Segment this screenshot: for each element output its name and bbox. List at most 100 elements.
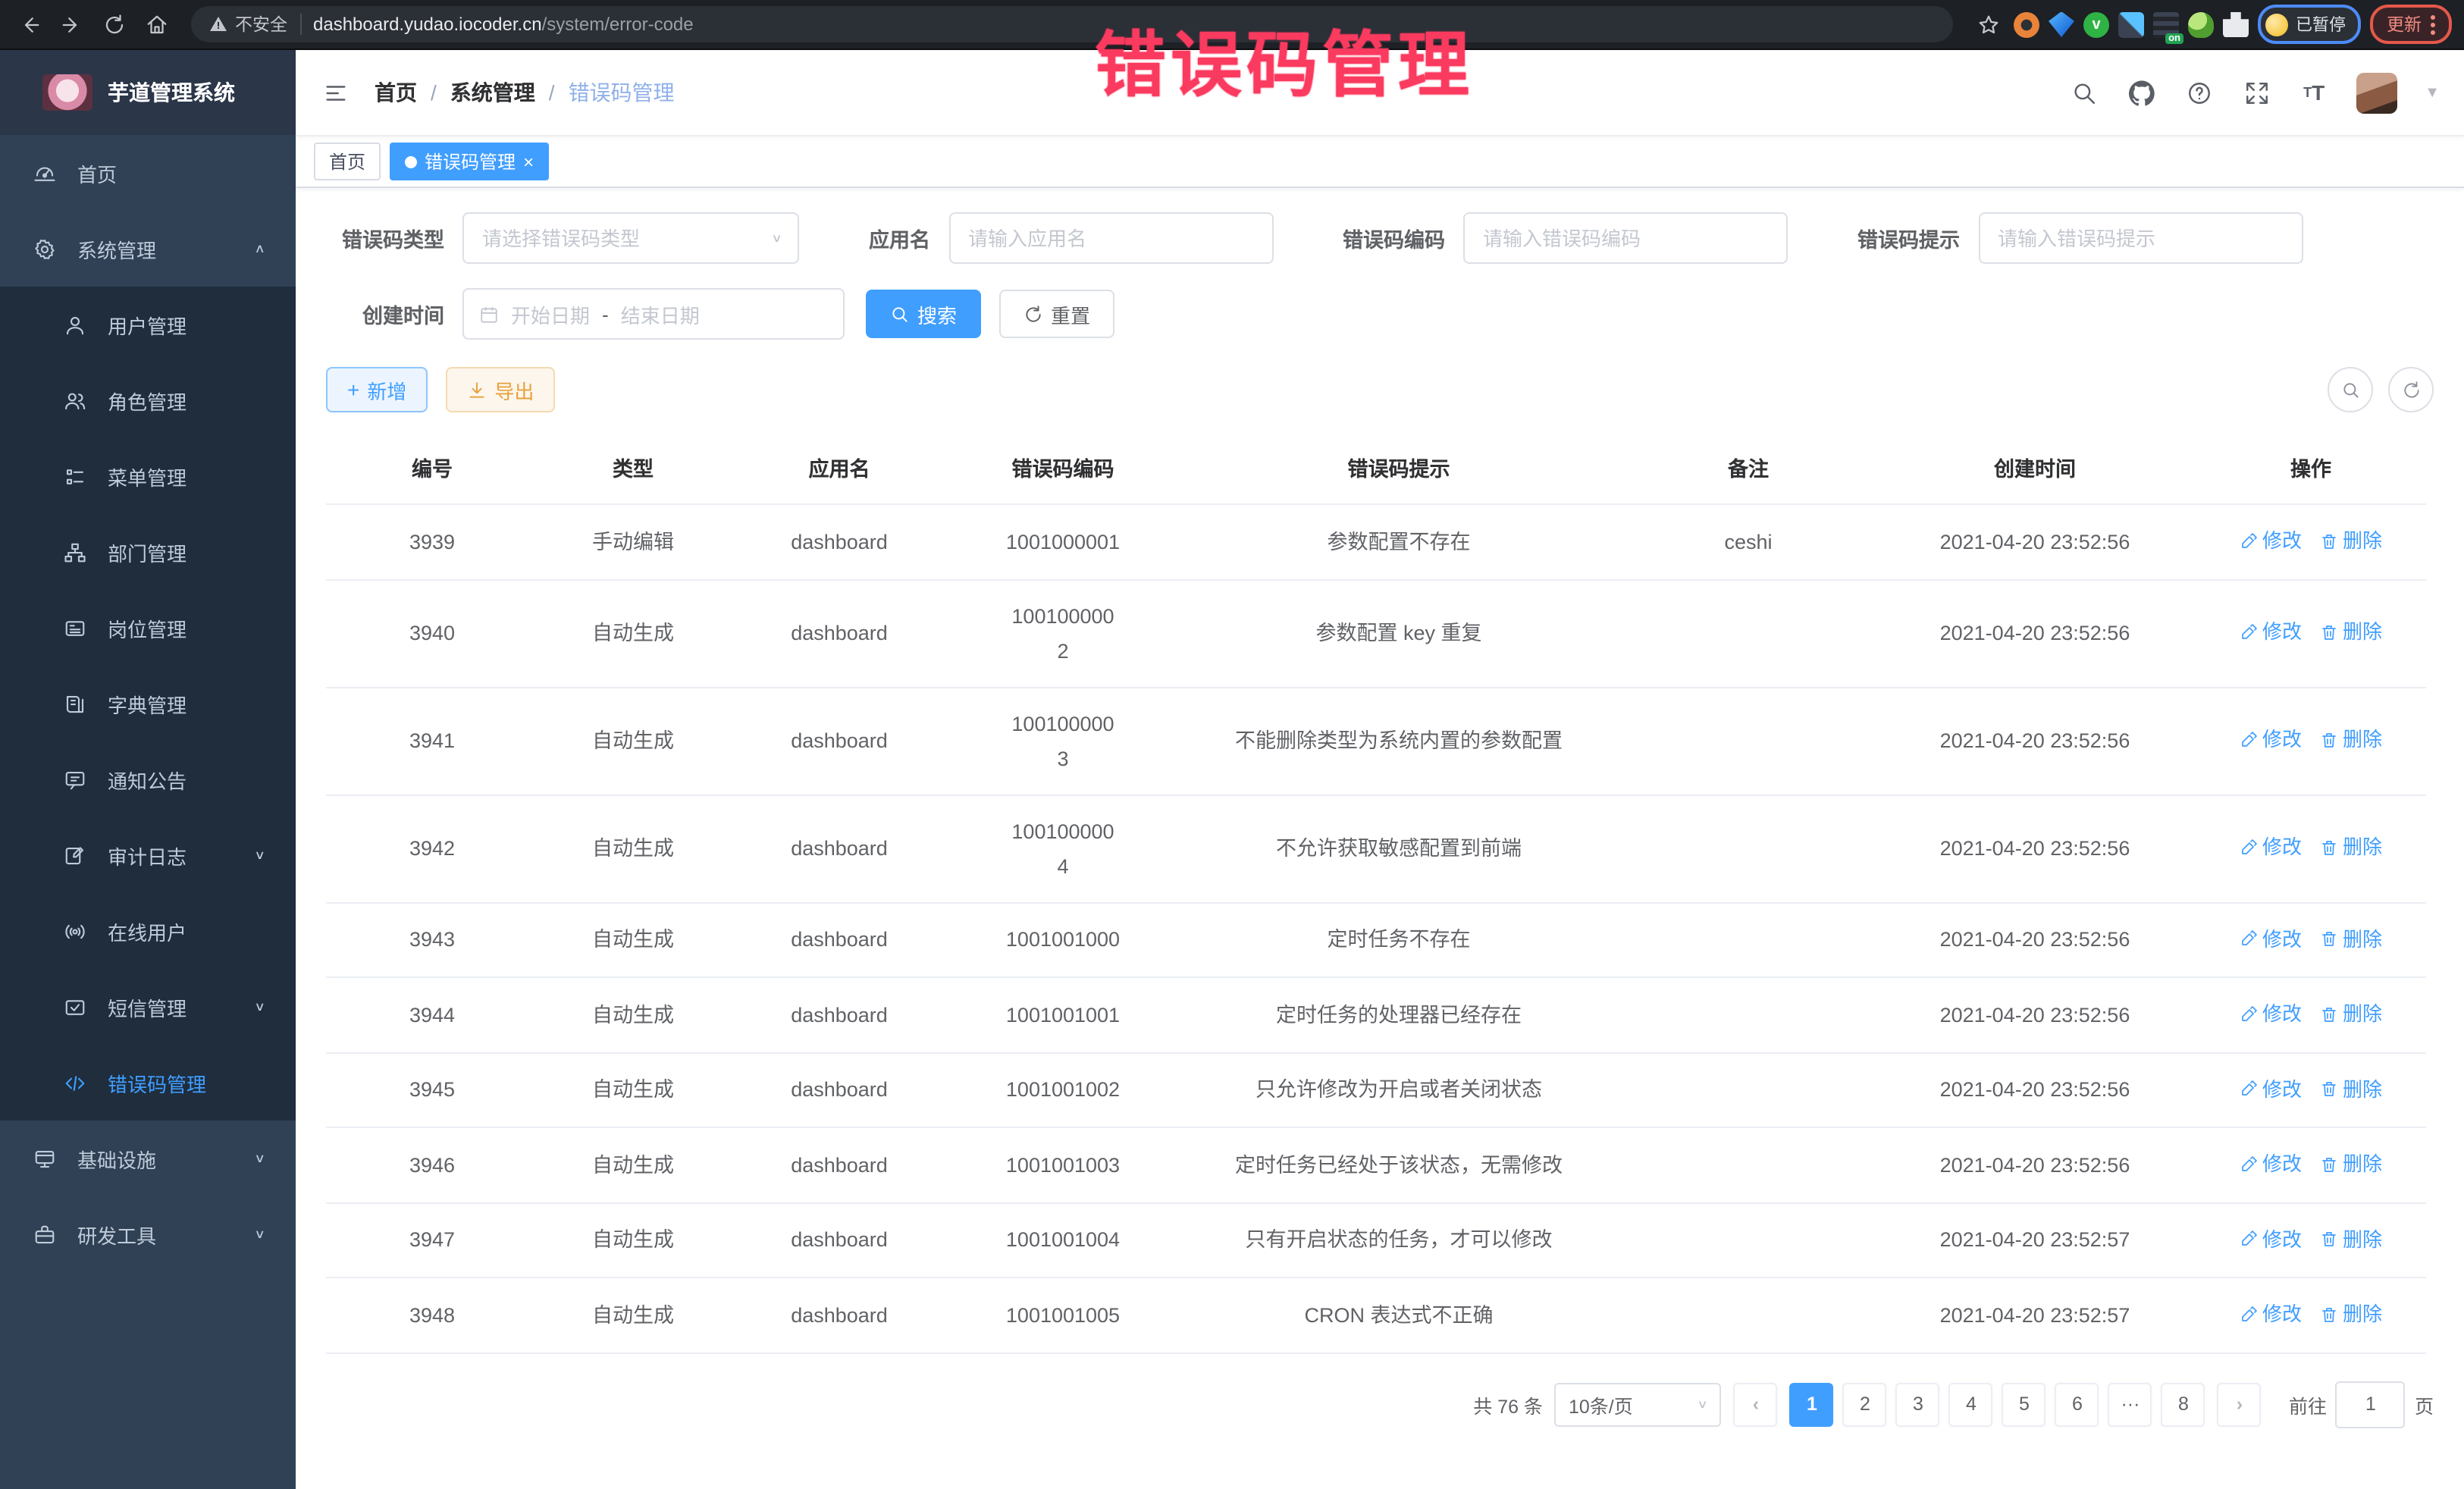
refresh-table-button[interactable] (2388, 367, 2434, 412)
extension-icon-on-badge[interactable]: on (2153, 11, 2179, 37)
reset-button[interactable]: 重置 (999, 290, 1114, 338)
delete-link[interactable]: 删除 (2320, 921, 2382, 956)
chevron-up-icon: ∧ (254, 242, 265, 255)
tag-home[interactable]: 首页 (314, 143, 381, 180)
edit-link[interactable]: 修改 (2240, 921, 2302, 956)
table-row: 3947自动生成dashboard1001001004只有开启状态的任务，才可以… (326, 1202, 2426, 1277)
extension-icon-check[interactable]: v (2083, 11, 2109, 37)
extension-icon-gem[interactable] (2049, 11, 2074, 37)
sidebar-item-megaphone[interactable]: 通知公告 (0, 741, 296, 817)
tag-error-code[interactable]: 错误码管理 × (390, 143, 549, 180)
sidebar-item-book[interactable]: 字典管理 (0, 666, 296, 741)
page-ellipsis[interactable]: ··· (2108, 1382, 2152, 1426)
sidebar-item-code[interactable]: 错误码管理 (0, 1045, 296, 1121)
page-button-4[interactable]: 4 (1949, 1382, 1993, 1426)
sidebar-item-online[interactable]: 在线用户 (0, 893, 296, 969)
edit-link[interactable]: 修改 (2240, 996, 2302, 1031)
page-button-5[interactable]: 5 (2002, 1382, 2046, 1426)
back-icon[interactable] (12, 8, 45, 41)
sidebar-item-badge[interactable]: 岗位管理 (0, 590, 296, 666)
sidebar-item-org-tree[interactable]: 部门管理 (0, 514, 296, 590)
error-msg-input[interactable] (1995, 225, 2286, 251)
error-code-type-input[interactable] (479, 225, 771, 251)
sidebar-item-log[interactable]: 审计日志∨ (0, 817, 296, 893)
sidebar-item-sms[interactable]: 短信管理∨ (0, 969, 296, 1045)
cell-msg: 定时任务的处理器已经存在 (1175, 977, 1622, 1052)
browser-menu-kebab-icon[interactable] (2431, 14, 2435, 34)
create-time-range-picker[interactable]: 开始日期 - 结束日期 (462, 288, 845, 340)
browser-update-chip[interactable]: 更新 (2370, 5, 2452, 44)
export-button[interactable]: 导出 (446, 367, 555, 412)
tag-close-icon[interactable]: × (523, 152, 534, 171)
breadcrumb-system[interactable]: 系统管理 (450, 77, 535, 108)
app-name-field[interactable] (948, 212, 1273, 264)
delete-link[interactable]: 删除 (2320, 1296, 2382, 1331)
error-code-type-select[interactable]: ∨ (462, 212, 799, 264)
search-icon[interactable] (2068, 77, 2099, 108)
reload-icon[interactable] (97, 8, 130, 41)
sidebar-item-menu-list[interactable]: 菜单管理 (0, 438, 296, 514)
sidebar-item-users[interactable]: 角色管理 (0, 362, 296, 438)
app-name-input[interactable] (965, 225, 1256, 251)
error-code-field[interactable] (1463, 212, 1788, 264)
delete-link[interactable]: 删除 (2320, 1146, 2382, 1181)
edit-link[interactable]: 修改 (2240, 615, 2302, 650)
profile-chip[interactable]: 已暂停 (2258, 5, 2361, 44)
hamburger-icon[interactable] (320, 77, 350, 108)
github-icon[interactable] (2126, 77, 2156, 108)
page-button-3[interactable]: 3 (1896, 1382, 1940, 1426)
sidebar-item-tools[interactable]: 研发工具∨ (0, 1196, 296, 1272)
delete-link[interactable]: 删除 (2320, 523, 2382, 558)
user-avatar[interactable] (2356, 72, 2397, 113)
help-icon[interactable] (2183, 77, 2214, 108)
sidebar-logo[interactable]: 芋道管理系统 (0, 50, 296, 135)
toggle-search-button[interactable] (2328, 367, 2373, 412)
goto-page-input[interactable] (2336, 1381, 2406, 1428)
cell-code: 1001000002 (951, 579, 1175, 687)
extensions-puzzle-icon[interactable] (2223, 11, 2249, 37)
delete-link[interactable]: 删除 (2320, 615, 2382, 650)
extension-icon-grid[interactable] (2118, 11, 2144, 37)
prev-page-button[interactable]: ‹ (1734, 1382, 1778, 1426)
delete-link[interactable]: 删除 (2320, 996, 2382, 1031)
edit-link[interactable]: 修改 (2240, 1146, 2302, 1181)
add-button[interactable]: + 新增 (326, 367, 428, 412)
error-msg-field[interactable] (1978, 212, 2303, 264)
page-button-2[interactable]: 2 (1843, 1382, 1887, 1426)
edit-link[interactable]: 修改 (2240, 1221, 2302, 1256)
avatar-caret-icon[interactable]: ▼ (2425, 84, 2440, 101)
sidebar-item-user[interactable]: 用户管理 (0, 287, 296, 362)
edit-link[interactable]: 修改 (2240, 723, 2302, 757)
home-icon[interactable] (140, 8, 173, 41)
sidebar-item-infra[interactable]: 基础设施∨ (0, 1121, 296, 1196)
logo-image (42, 74, 92, 111)
page-button-6[interactable]: 6 (2055, 1382, 2099, 1426)
delete-link[interactable]: 删除 (2320, 1071, 2382, 1106)
edit-link[interactable]: 修改 (2240, 523, 2302, 558)
sidebar-item-dashboard[interactable]: 首页 (0, 135, 296, 211)
delete-link[interactable]: 删除 (2320, 830, 2382, 865)
edit-link[interactable]: 修改 (2240, 1296, 2302, 1331)
sidebar-item-gear[interactable]: 系统管理∧ (0, 211, 296, 287)
bookmark-star-icon[interactable] (1971, 8, 2005, 41)
extension-icon-shield[interactable] (2014, 11, 2039, 37)
delete-link[interactable]: 删除 (2320, 1221, 2382, 1256)
address-bar[interactable]: 不安全 dashboard.yudao.iocoder.cn/system/er… (191, 6, 1953, 42)
cell-actions: 修改删除 (2196, 795, 2426, 902)
delete-link[interactable]: 删除 (2320, 723, 2382, 757)
error-code-input[interactable] (1480, 225, 1771, 251)
fullscreen-icon[interactable] (2241, 77, 2271, 108)
extension-icon-key[interactable] (2188, 11, 2214, 37)
page-button-1[interactable]: 1 (1790, 1382, 1834, 1426)
page-size-select[interactable]: 10条/页 ∨ (1555, 1382, 1722, 1426)
edit-link[interactable]: 修改 (2240, 830, 2302, 865)
edit-link[interactable]: 修改 (2240, 1071, 2302, 1106)
breadcrumb-home[interactable]: 首页 (375, 77, 417, 108)
not-secure-badge[interactable]: 不安全 (209, 12, 287, 36)
page-button-8[interactable]: 8 (2161, 1382, 2205, 1426)
search-button[interactable]: 搜索 (866, 290, 981, 338)
edit-icon (2240, 839, 2258, 857)
forward-icon[interactable] (55, 8, 88, 41)
font-size-icon[interactable]: TT (2299, 77, 2329, 108)
next-page-button[interactable]: › (2218, 1382, 2262, 1426)
